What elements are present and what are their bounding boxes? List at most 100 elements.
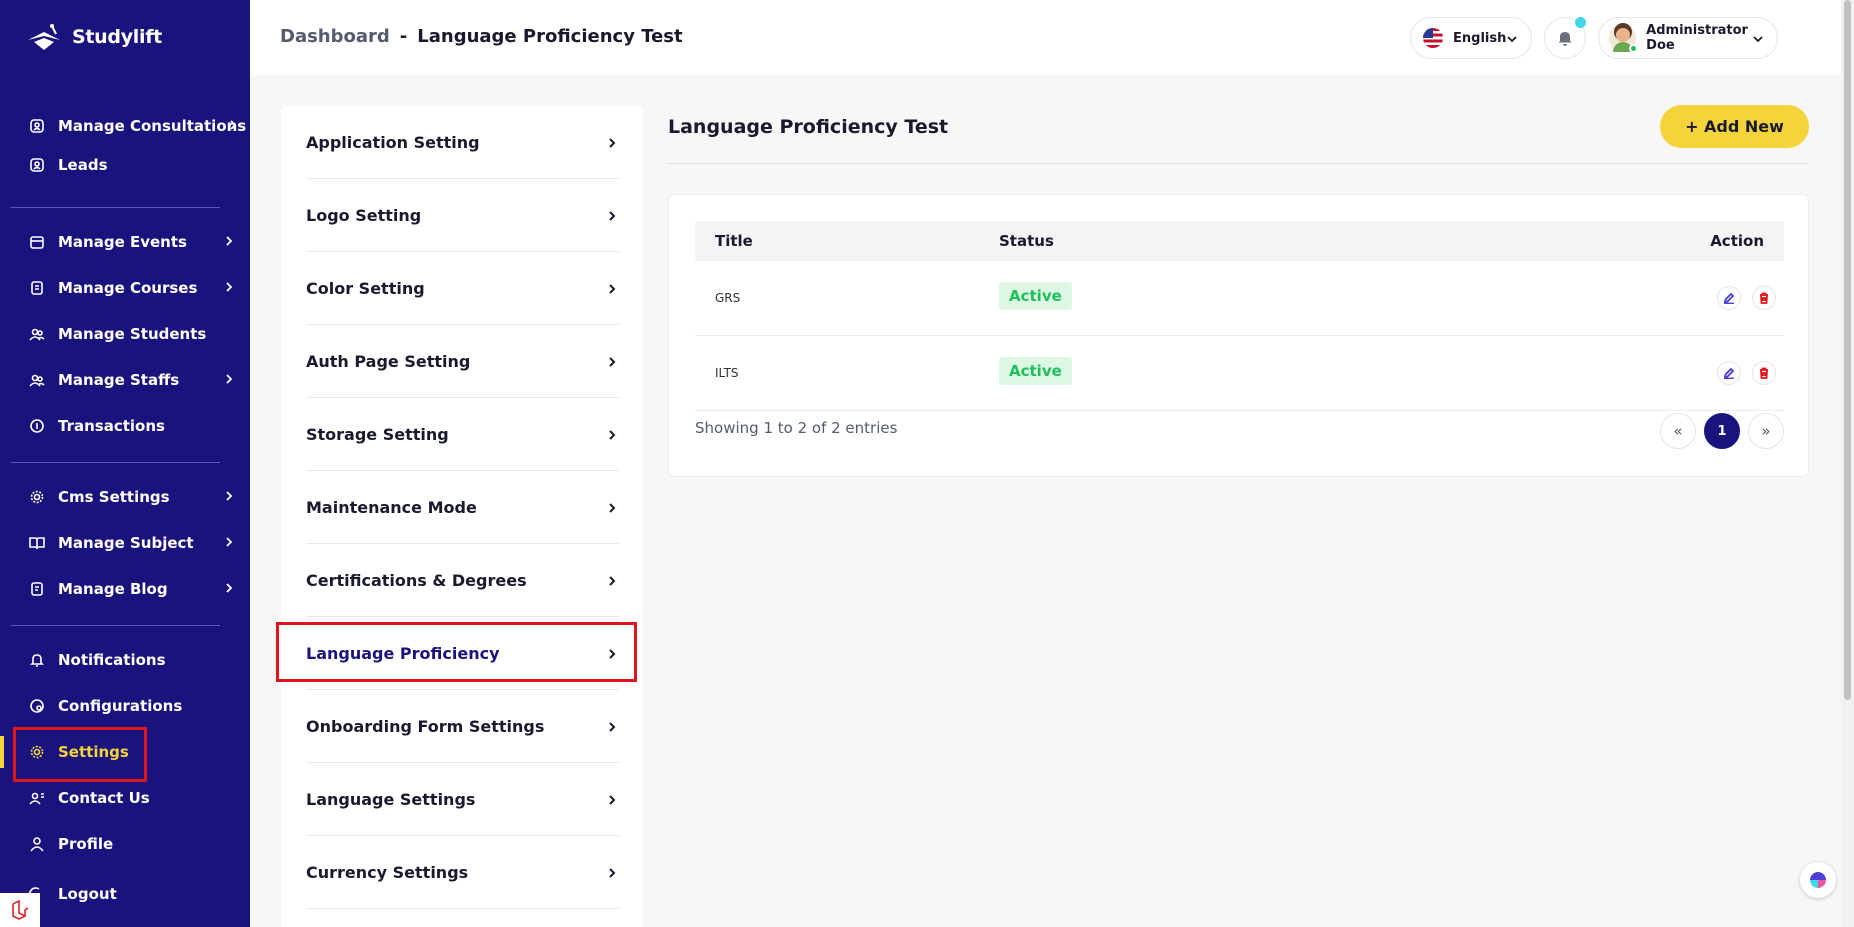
sidebar-item-label: Leads: [58, 156, 108, 174]
user-card-icon: [28, 117, 46, 135]
coin-icon: [28, 417, 46, 435]
chevron-right-icon: [605, 135, 619, 154]
sidebar-item-label: Manage Staffs: [58, 371, 180, 389]
entries-info: Showing 1 to 2 of 2 entries: [695, 419, 898, 437]
breadcrumb-current: Language Proficiency Test: [417, 26, 683, 47]
sidebar-item-label: Manage Courses: [58, 279, 198, 297]
sidebar-item-manage-consultations[interactable]: Manage Consultations: [0, 106, 250, 146]
settings-item-onboarding-form-settings[interactable]: Onboarding Form Settings: [306, 690, 619, 763]
sidebar-item-label: Manage Blog: [58, 580, 168, 598]
add-new-button[interactable]: + Add New: [1660, 105, 1809, 148]
language-label: English: [1453, 30, 1507, 46]
sidebar-item-notifications[interactable]: Notifications: [0, 640, 250, 680]
edit-button[interactable]: [1717, 361, 1741, 385]
delete-button[interactable]: [1752, 286, 1776, 310]
assistant-float-button[interactable]: [1800, 862, 1836, 898]
chevron-right-icon: [222, 280, 236, 294]
settings-item-currency-settings[interactable]: Currency Settings: [306, 836, 619, 909]
sidebar-item-profile[interactable]: Profile: [0, 824, 250, 864]
trash-icon: [1760, 292, 1768, 304]
sidebar-item-contact-us[interactable]: Contact Us: [0, 778, 250, 818]
title-divider: [668, 163, 1809, 164]
pagination-next[interactable]: »: [1748, 413, 1784, 449]
settings-item-label: Storage Setting: [306, 424, 449, 444]
row-title: ILTS: [715, 366, 739, 380]
settings-item-logo-setting[interactable]: Logo Setting: [306, 179, 619, 252]
pencil-icon: [1723, 367, 1735, 379]
assistant-icon: [1810, 872, 1826, 888]
sidebar-item-cms-settings[interactable]: Cms Settings: [0, 477, 250, 517]
settings-item-label: Currency Settings: [306, 862, 469, 882]
settings-highlight-box: [13, 727, 147, 782]
breadcrumb: Dashboard - Language Proficiency Test: [280, 26, 683, 47]
chevron-right-icon: [222, 234, 236, 248]
column-header-title[interactable]: Title: [715, 232, 753, 250]
breadcrumb-separator: -: [399, 26, 408, 47]
user-menu[interactable]: Administrator Doe: [1598, 17, 1778, 59]
settings-item-storage-setting[interactable]: Storage Setting: [306, 398, 619, 471]
edit-button[interactable]: [1717, 286, 1741, 310]
laravel-icon[interactable]: [0, 893, 40, 927]
brand[interactable]: Studylift: [26, 22, 162, 52]
chevron-down-icon: [1751, 32, 1765, 50]
settings-item-application-setting[interactable]: Application Setting: [306, 106, 619, 179]
sidebar-item-manage-subject[interactable]: Manage Subject: [0, 523, 250, 563]
sidebar-item-label: Profile: [58, 835, 114, 853]
sidebar-item-manage-courses[interactable]: Manage Courses: [0, 268, 250, 308]
pagination-prev[interactable]: «: [1660, 413, 1696, 449]
chevron-right-icon: [605, 427, 619, 446]
user-card-icon: [28, 156, 46, 174]
settings-item-label: Maintenance Mode: [306, 497, 477, 517]
avatar: [1609, 24, 1638, 53]
sidebar-item-manage-blog[interactable]: Manage Blog: [0, 569, 250, 609]
sidebar-item-leads[interactable]: Leads: [0, 145, 250, 185]
sidebar-item-label: Configurations: [58, 697, 183, 715]
settings-item-label: Certifications & Degrees: [306, 570, 527, 590]
sidebar-item-transactions[interactable]: Transactions: [0, 406, 250, 446]
chevron-right-icon: [605, 281, 619, 300]
chevron-right-icon: [605, 792, 619, 811]
laravel-logo-icon: [12, 900, 29, 920]
scrollbar-thumb[interactable]: [1844, 0, 1851, 700]
sidebar-item-manage-staffs[interactable]: Manage Staffs: [0, 360, 250, 400]
sidebar-item-label: Contact Us: [58, 789, 150, 807]
bell-icon: [1558, 32, 1572, 46]
chevron-right-icon: [605, 719, 619, 738]
delete-button[interactable]: [1752, 361, 1776, 385]
settings-item-certifications-degrees[interactable]: Certifications & Degrees: [306, 544, 619, 617]
chevron-right-icon: [605, 500, 619, 519]
brand-name: Studylift: [72, 26, 162, 48]
user-icon: [28, 835, 46, 853]
sidebar-divider: [10, 207, 220, 208]
sidebar-item-manage-events[interactable]: Manage Events: [0, 222, 250, 262]
breadcrumb-dashboard[interactable]: Dashboard: [280, 26, 390, 47]
sidebar-item-label: Notifications: [58, 651, 166, 669]
settings-item-maintenance-mode[interactable]: Maintenance Mode: [306, 471, 619, 544]
settings-item-label: Logo Setting: [306, 205, 422, 225]
pagination-page-1[interactable]: 1: [1704, 413, 1740, 449]
settings-item-language-settings[interactable]: Language Settings: [306, 763, 619, 836]
chevron-right-icon: [222, 372, 236, 386]
page-scrollbar[interactable]: [1841, 0, 1854, 927]
language-selector[interactable]: English: [1410, 17, 1532, 59]
calendar-icon: [28, 233, 46, 251]
trash-icon: [1760, 367, 1768, 379]
chevron-right-icon: [222, 581, 236, 595]
status-badge: Active: [999, 282, 1072, 310]
language-proficiency-highlight-box: [276, 622, 637, 682]
brand-logo-icon: [28, 24, 60, 50]
sidebar-item-label: Logout: [58, 885, 117, 903]
page-title: Language Proficiency Test: [668, 116, 949, 138]
top-header: Dashboard - Language Proficiency Test En…: [250, 0, 1841, 75]
chevron-right-icon: [605, 208, 619, 227]
open-book-icon: [28, 534, 46, 552]
settings-item-auth-page-setting[interactable]: Auth Page Setting: [306, 325, 619, 398]
settings-item-color-setting[interactable]: Color Setting: [306, 252, 619, 325]
sidebar-divider: [10, 462, 220, 463]
sidebar-item-manage-students[interactable]: Manage Students: [0, 314, 250, 354]
settings-item-label: Application Setting: [306, 132, 480, 152]
settings-item-label: Language Settings: [306, 789, 476, 809]
sidebar-item-label: Manage Events: [58, 233, 187, 251]
sidebar-item-configurations[interactable]: Configurations: [0, 686, 250, 726]
column-header-status[interactable]: Status: [999, 232, 1054, 250]
